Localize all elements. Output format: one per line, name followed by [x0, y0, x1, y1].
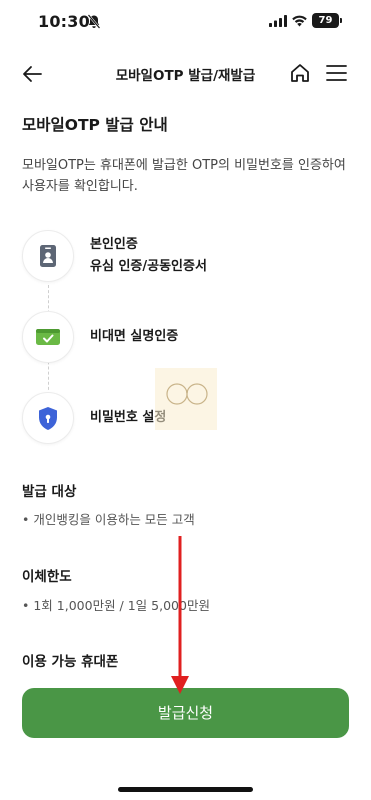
status-bar: 10:30 79 [0, 0, 371, 44]
limit-title: 이체한도 [22, 569, 72, 585]
hamburger-menu-icon[interactable] [326, 63, 347, 83]
id-card-icon [40, 245, 56, 267]
annotation-arrow-icon [171, 536, 189, 694]
verified-card-icon [36, 329, 60, 345]
section-title: 모바일OTP 발급 안내 [22, 116, 168, 134]
intro-description: 모바일OTP는 휴대폰에 발급한 OTP의 비밀번호를 인증하여 사용자를 확인… [22, 158, 346, 194]
battery-indicator: 79 [312, 13, 339, 28]
bell-off-icon [87, 14, 101, 29]
target-text: 개인뱅킹을 이용하는 모든 고객 [33, 512, 195, 527]
target-title: 발급 대상 [22, 484, 77, 500]
home-indicator [118, 787, 253, 792]
step-3-badge [22, 392, 74, 444]
phones-title: 이용 가능 휴대폰 [22, 654, 119, 670]
signal-icon [269, 15, 287, 27]
target-item: • 개인뱅킹을 이용하는 모든 고객 [22, 512, 195, 527]
battery-tip [340, 18, 342, 23]
step-1-badge [22, 230, 74, 282]
step-2-badge [22, 311, 74, 363]
app-header: 모바일OTP 발급/재발급 [0, 54, 371, 94]
wifi-icon [292, 15, 307, 27]
step-1-subtitle: 유심 인증/공동인증서 [90, 259, 207, 274]
home-icon[interactable] [289, 62, 311, 84]
step-1-title: 본인인증 [90, 237, 138, 252]
watermark-logo [155, 368, 217, 430]
status-time: 10:30 [38, 12, 90, 31]
page-title: 모바일OTP 발급/재발급 [115, 68, 256, 84]
step-2-title: 비대면 실명인증 [90, 329, 179, 344]
shield-lock-icon [39, 406, 57, 430]
